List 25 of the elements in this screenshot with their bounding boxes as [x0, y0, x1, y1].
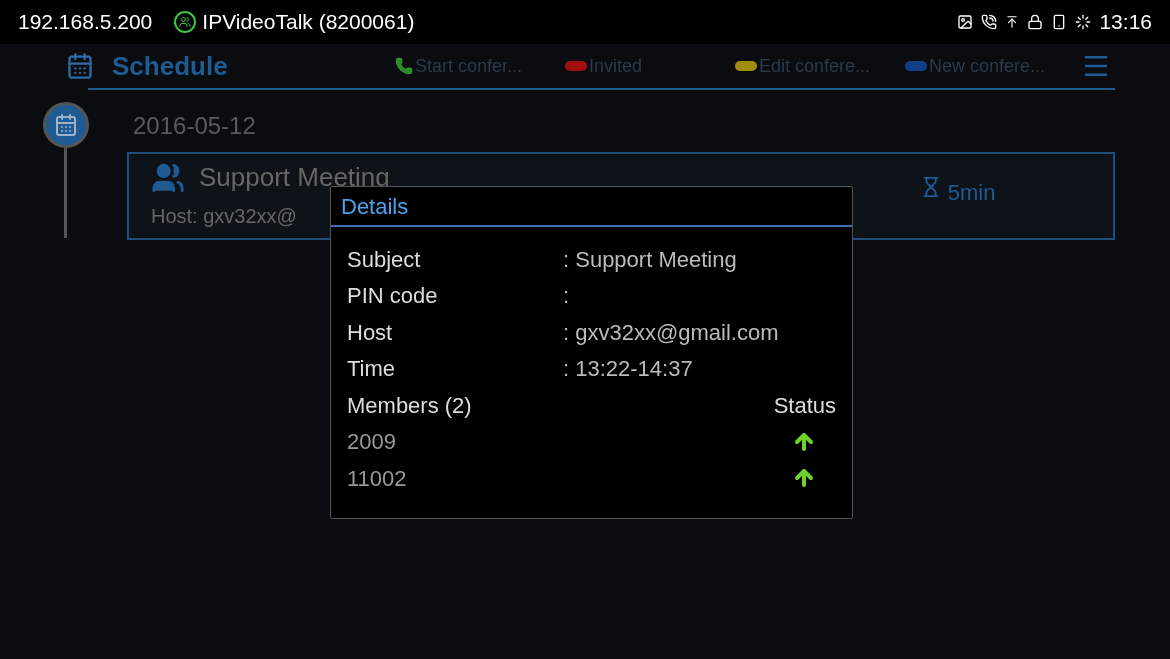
meeting-title: Support Meeting — [199, 161, 390, 194]
field-value: : Support Meeting — [563, 245, 737, 274]
field-value: : gxv32xx@gmail.com — [563, 318, 779, 347]
field-label: Host — [347, 318, 394, 347]
meeting-duration: 5min — [947, 179, 996, 207]
account-name: IPVideoTalk (8200061) — [202, 9, 415, 36]
page-title: Schedule — [112, 49, 228, 83]
field-value: : 13:22-14:37 — [563, 355, 693, 384]
member-name: 2009 — [347, 428, 396, 457]
member-name: 11002 — [347, 464, 407, 493]
meeting-host: Host: gxv32xx@ — [151, 204, 297, 229]
dialog-title: Details — [341, 192, 409, 221]
legend-label: Invited — [589, 54, 643, 78]
legend-label: Edit confere... — [759, 54, 871, 78]
legend-label: Start confer... — [415, 54, 523, 78]
status-label: Status — [773, 391, 836, 420]
schedule-date: 2016-05-12 — [133, 111, 257, 141]
legend-label: New confere... — [929, 54, 1046, 78]
field-label: Subject — [347, 245, 422, 274]
field-label: PIN code — [347, 282, 439, 311]
clock-time: 13:16 — [1099, 9, 1152, 36]
members-label: Members (2) — [347, 391, 472, 420]
ip-address: 192.168.5.200 — [18, 9, 153, 36]
field-value: : — [563, 282, 570, 311]
field-label: Time — [347, 355, 397, 384]
